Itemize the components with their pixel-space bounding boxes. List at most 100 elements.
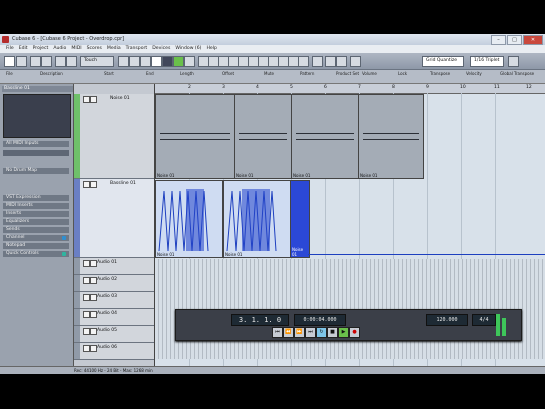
timeline-ruler[interactable]: 2 3 4 5 6 7 8 9 10 11 12	[155, 84, 545, 94]
secondary-time-display[interactable]: 0:00:04.000	[294, 314, 346, 326]
mute-button[interactable]	[83, 294, 90, 301]
solo-button[interactable]	[90, 328, 97, 335]
solo-button[interactable]	[90, 294, 97, 301]
midi-input-select[interactable]: All MIDI Inputs	[3, 141, 69, 147]
activate-project-button[interactable]	[4, 56, 15, 67]
inspector-section-notepad[interactable]: Notepad	[3, 243, 69, 249]
go-to-end-transport-button[interactable]: ⏭	[305, 327, 316, 338]
forward-button[interactable]	[140, 56, 151, 67]
tempo-display[interactable]: 120.000	[426, 314, 468, 326]
midi-part[interactable]: Noise 01	[358, 94, 424, 179]
autoscroll-button[interactable]	[312, 56, 323, 67]
midi-part[interactable]: Noise 01	[291, 94, 359, 179]
forward-transport-button[interactable]: ⏩	[294, 327, 305, 338]
go-to-start-button[interactable]	[118, 56, 129, 67]
signature-display[interactable]: 4/4	[472, 314, 496, 326]
mute-button[interactable]	[83, 96, 90, 103]
rewind-button[interactable]	[129, 56, 140, 67]
menu-transport[interactable]: Transport	[126, 45, 148, 53]
maximize-button[interactable]: □	[507, 35, 522, 45]
solo-all-button[interactable]	[41, 56, 52, 67]
menu-window[interactable]: Window (6)	[175, 45, 201, 53]
record-button[interactable]	[184, 56, 195, 67]
rewind-transport-button[interactable]: ⏪	[283, 327, 294, 338]
read-automation-button[interactable]	[66, 56, 77, 67]
track-audio-02[interactable]: Audio 02	[74, 275, 154, 292]
menu-midi[interactable]: MIDI	[71, 45, 81, 53]
automation-mode-label: Touch	[84, 58, 97, 63]
minimize-button[interactable]: –	[491, 35, 506, 45]
solo-button[interactable]	[90, 345, 97, 352]
inspector-section-midi-inserts[interactable]: MIDI Inserts	[3, 203, 69, 209]
mute-button[interactable]	[83, 311, 90, 318]
midi-note-line	[239, 133, 287, 134]
menu-audio[interactable]: Audio	[53, 45, 66, 53]
solo-button[interactable]	[90, 181, 97, 188]
color-picker-button[interactable]	[508, 56, 519, 67]
play-button[interactable]	[173, 56, 184, 67]
midi-note-line	[363, 139, 419, 140]
inspector-section-equalizers[interactable]: Equalizers	[3, 219, 69, 225]
mute-all-button[interactable]	[30, 56, 41, 67]
window-layout-button[interactable]	[55, 56, 66, 67]
menu-edit[interactable]: Edit	[19, 45, 28, 53]
info-header-lock: Lock	[398, 71, 408, 76]
cycle-button[interactable]	[151, 56, 162, 67]
inspector-section-vst-expression[interactable]: VST Expression	[3, 195, 69, 201]
drum-map-select[interactable]: No Drum Map	[3, 168, 69, 174]
solo-button[interactable]	[90, 96, 97, 103]
ruler-bar-7: 7	[358, 85, 361, 90]
solo-button[interactable]	[90, 311, 97, 318]
solo-button[interactable]	[90, 260, 97, 267]
quantize-preset-select[interactable]: 1/16 Triplet	[470, 56, 504, 67]
snap-to-zero-button[interactable]	[336, 56, 347, 67]
cycle-transport-button[interactable]: ↻	[316, 327, 327, 338]
menu-scores[interactable]: Scores	[87, 45, 102, 53]
grid-type-select[interactable]: Grid Quantize	[422, 56, 464, 67]
track-audio-05[interactable]: Audio 05	[74, 326, 154, 343]
snap-type-icon[interactable]	[350, 56, 361, 67]
track-bassline-01[interactable]: Bassline 01	[74, 179, 154, 258]
position-display[interactable]: 3. 1. 1. 0	[231, 314, 289, 326]
menu-media[interactable]: Media	[107, 45, 121, 53]
mute-button[interactable]	[83, 260, 90, 267]
automation-part[interactable]: Noise 01	[223, 180, 291, 258]
inspector-section-quick-controls[interactable]: Quick Controls	[3, 251, 69, 257]
mute-button[interactable]	[83, 345, 90, 352]
menu-file[interactable]: File	[6, 45, 14, 53]
midi-part[interactable]: Noise 01	[155, 94, 235, 179]
info-header-mute: Mute	[264, 71, 275, 76]
mute-button[interactable]	[83, 328, 90, 335]
automation-part[interactable]: Noise 01	[155, 180, 223, 258]
midi-part[interactable]: Noise 01	[234, 94, 292, 179]
constrain-delay-button[interactable]	[16, 56, 27, 67]
color-tool-icon[interactable]	[298, 56, 309, 67]
menu-devices[interactable]: Devices	[152, 45, 170, 53]
menu-help[interactable]: Help	[206, 45, 216, 53]
solo-button[interactable]	[90, 277, 97, 284]
midi-output-select[interactable]	[3, 150, 69, 156]
snap-button[interactable]	[325, 56, 336, 67]
inspector-section-inserts[interactable]: Inserts	[3, 211, 69, 217]
track-audio-04[interactable]: Audio 04	[74, 309, 154, 326]
menu-project[interactable]: Project	[33, 45, 49, 53]
play-transport-button[interactable]: ▶	[338, 327, 349, 338]
stop-transport-button[interactable]: ■	[327, 327, 338, 338]
track-audio-01[interactable]: Audio 01	[74, 258, 154, 275]
track-audio-06[interactable]: Audio 06	[74, 343, 154, 360]
inspector-section-sends[interactable]: Sends	[3, 227, 69, 233]
automation-part[interactable]: Noise 01	[290, 180, 310, 258]
stop-button[interactable]	[162, 56, 173, 67]
record-transport-button[interactable]: ●	[349, 327, 360, 338]
mute-button[interactable]	[83, 277, 90, 284]
go-to-start-transport-button[interactable]: ⏮	[272, 327, 283, 338]
track-noise-01[interactable]: Noise 01	[74, 94, 154, 179]
automation-mode-select[interactable]: Touch	[80, 56, 114, 67]
inspector-section-channel[interactable]: Channel	[3, 235, 69, 241]
info-header-volume: Volume	[362, 71, 377, 76]
midi-note-line	[160, 139, 230, 140]
inspector-track-name[interactable]: Bassline 01	[2, 86, 73, 92]
close-button[interactable]: ✕	[523, 35, 543, 45]
track-audio-03[interactable]: Audio 03	[74, 292, 154, 309]
mute-button[interactable]	[83, 181, 90, 188]
